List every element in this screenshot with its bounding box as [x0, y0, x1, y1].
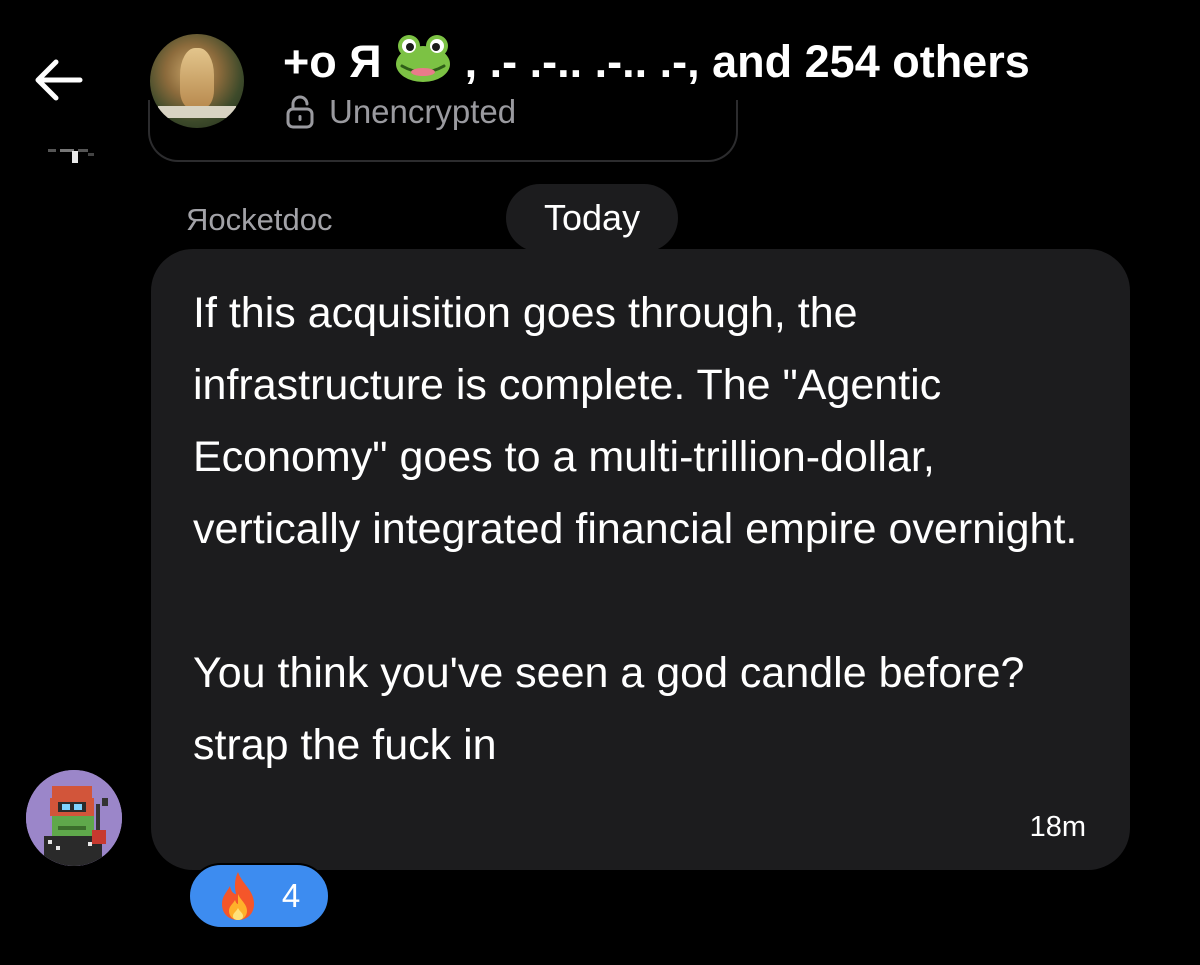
fire-emoji [221, 872, 254, 920]
statue-figure [180, 48, 214, 108]
message-paragraph-1: If this acquisition goes through, the in… [193, 289, 1078, 553]
pixel-frog-avatar [26, 770, 122, 866]
arrow-left-icon [35, 59, 83, 101]
encryption-status-row[interactable]: Unencrypted [285, 92, 516, 132]
previous-avatar-fragment [44, 143, 104, 165]
message-text: If this acquisition goes through, the in… [193, 277, 1103, 781]
reaction-chip[interactable]: 4 [188, 863, 330, 929]
chat-screen: +o Я , .- .-.. .-.. .-, and 254 others U… [0, 0, 1200, 965]
avatar-plaque [158, 106, 236, 118]
date-separator: Today [506, 184, 679, 252]
message-bubble[interactable]: If this acquisition goes through, the in… [151, 249, 1130, 870]
encryption-status-label: Unencrypted [329, 93, 517, 130]
reaction-count: 4 [281, 877, 301, 914]
chat-title-suffix: , .- .-.. .-.. .-, and 254 others [464, 35, 1030, 87]
chat-title-prefix: +o Я [283, 35, 382, 87]
message-timestamp: 18m [1029, 811, 1086, 843]
lock-open-icon [286, 95, 314, 129]
back-button[interactable] [30, 52, 86, 108]
sender-name[interactable]: Яocketdoc [186, 202, 332, 238]
frog-emoji [394, 34, 452, 96]
group-avatar[interactable] [150, 34, 244, 128]
sender-avatar[interactable] [26, 770, 122, 866]
message-paragraph-2: You think you've seen a god candle befor… [193, 649, 1025, 769]
chat-title[interactable]: +o Я , .- .-.. .-.. .-, and 254 others [283, 34, 1030, 96]
